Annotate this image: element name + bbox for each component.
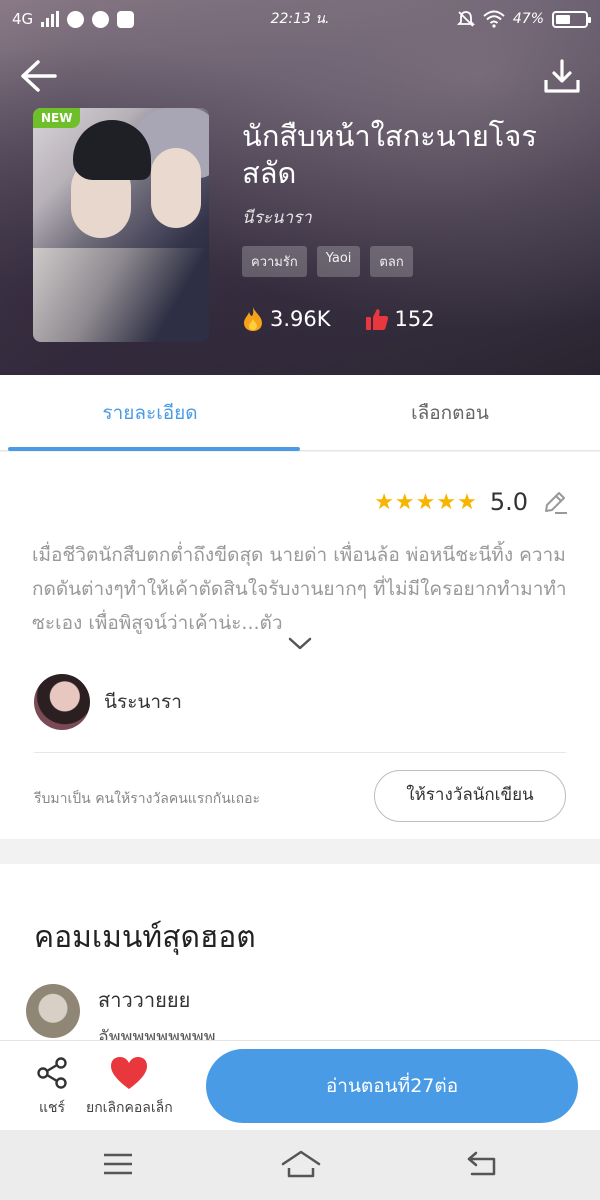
book-stats: 3.96K 152 xyxy=(242,306,435,332)
detail-panel: ★★★★★ 5.0 เมื่อชีวิตนักสืบตกต่ำถึงขีดสุด… xyxy=(0,452,600,839)
book-author[interactable]: นีระนารา xyxy=(242,204,312,231)
battery-icon xyxy=(552,10,591,28)
mute-icon xyxy=(456,11,475,27)
heart-icon xyxy=(111,1057,148,1089)
network-label: 4G xyxy=(12,10,34,28)
reward-author-button[interactable]: ให้รางวัลนักเขียน xyxy=(374,770,566,822)
fire-icon xyxy=(244,307,262,331)
continue-reading-button[interactable]: อ่านตอนที่27ต่อ xyxy=(206,1049,578,1123)
detail-tabs: รายละเอียด เลือกตอน xyxy=(0,375,600,451)
likes-count: 152 xyxy=(394,307,435,331)
rating-value: 5.0 xyxy=(489,488,528,516)
tab-details[interactable]: รายละเอียด xyxy=(0,375,300,451)
author-name[interactable]: นีระนารา xyxy=(104,687,182,717)
book-cover[interactable]: NEW xyxy=(33,108,209,342)
share-icon xyxy=(37,1057,67,1089)
share-button[interactable]: แชร์ xyxy=(34,1055,70,1119)
tag-list: ความรัก Yaoi ตลก xyxy=(242,246,413,277)
wifi-icon xyxy=(483,10,505,28)
arrow-left-icon xyxy=(21,60,57,92)
battery-percent: 47% xyxy=(512,11,544,27)
back-nav-icon[interactable] xyxy=(464,1148,500,1180)
new-badge: NEW xyxy=(33,108,81,128)
download-icon xyxy=(544,59,580,93)
signal-icon xyxy=(41,11,60,27)
book-title: นักสืบหน้าใสกะนายโจรสลัด xyxy=(242,119,537,190)
remove-collection-button[interactable]: ยกเลิกคอลเล็ก xyxy=(86,1055,173,1119)
share-label: แชร์ xyxy=(38,1100,66,1116)
favorite-label: ยกเลิกคอลเล็ก xyxy=(86,1100,173,1116)
book-header: 4G 22:13 น. 47% NEW นักสืบหน้าใสกะนายโจร… xyxy=(0,0,600,375)
menu-icon[interactable] xyxy=(100,1148,136,1180)
synopsis-text: เมื่อชีวิตนักสืบตกต่ำถึงขีดสุด นายด่า เพ… xyxy=(32,544,567,634)
comments-title: คอมเมนท์สุดฮอต xyxy=(34,920,256,955)
download-button[interactable] xyxy=(542,58,582,96)
author-row[interactable]: นีระนารา xyxy=(34,674,182,730)
rating: ★★★★★ 5.0 xyxy=(374,488,568,516)
views-count: 3.96K xyxy=(270,307,331,331)
commenter-avatar[interactable] xyxy=(26,984,80,1038)
chrome-icon xyxy=(92,10,110,28)
youtube-icon xyxy=(117,10,135,28)
thumbs-up-icon xyxy=(365,309,388,330)
comment-text: อัพพพพพพพพพ xyxy=(98,1027,216,1040)
action-bar: แชร์ ยกเลิกคอลเล็ก อ่านตอนที่27ต่อ xyxy=(0,1040,600,1130)
divider xyxy=(34,752,566,753)
star-rating-icon: ★★★★★ xyxy=(374,489,478,515)
commenter-name[interactable]: สาววายยย xyxy=(98,984,190,1016)
hot-comments-section: คอมเมนท์สุดฮอต สาววายยย อัพพพพพพพพพ xyxy=(0,864,600,1040)
tag[interactable]: Yaoi xyxy=(316,246,361,277)
back-button[interactable] xyxy=(18,58,58,94)
line-icon xyxy=(67,10,85,28)
status-bar: 4G 22:13 น. 47% xyxy=(0,0,600,38)
author-avatar[interactable] xyxy=(34,674,90,730)
tag[interactable]: ความรัก xyxy=(242,246,307,277)
tag[interactable]: ตลก xyxy=(370,246,413,277)
tab-episodes[interactable]: เลือกตอน xyxy=(300,375,600,450)
edit-rating-icon[interactable] xyxy=(542,489,568,515)
home-icon[interactable] xyxy=(280,1148,322,1180)
system-nav-bar xyxy=(0,1130,600,1200)
reward-prompt: รีบมาเป็น คนให้รางวัลคนแรกกันเถอะ xyxy=(34,791,261,807)
chevron-down-icon[interactable] xyxy=(286,635,314,653)
